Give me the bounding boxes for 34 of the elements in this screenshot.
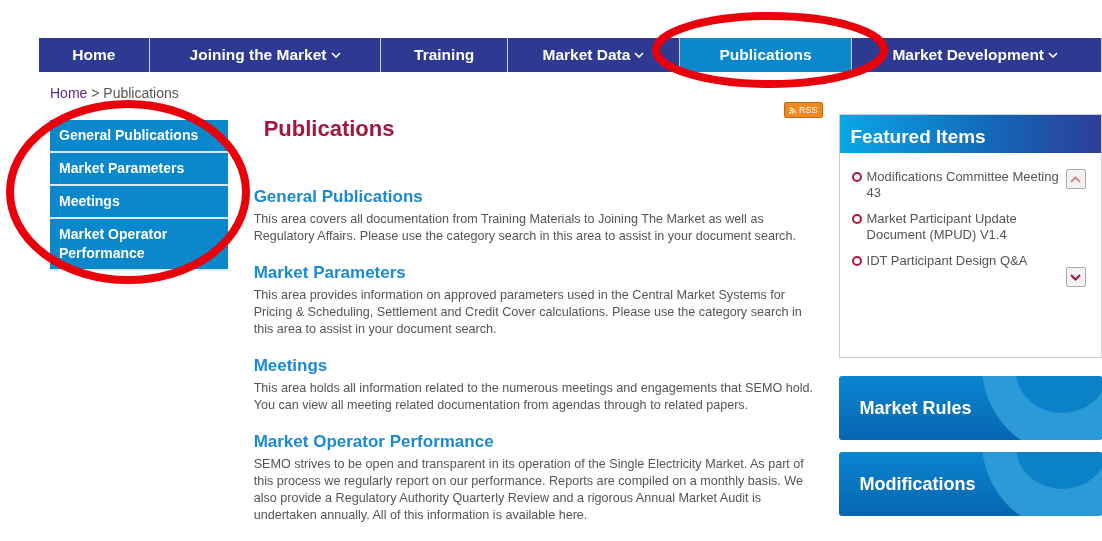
chevron-up-icon bbox=[1070, 175, 1081, 183]
section-heading[interactable]: Market Parameters bbox=[253, 263, 406, 284]
section-heading[interactable]: Meetings bbox=[253, 356, 328, 377]
section-text: This area covers all documentation from Training Materials to Joining The Market as well as Regulatory Affairs. Please use the category search in this area to assist in your document search. bbox=[253, 211, 797, 246]
section-text: SEMO strives to be open and transparent in its operation of the Single Electricity Market. As part of this process we regularly report on our performance. Reports are compiled on a monthly basis. We also provide a Regulatory Authority Quarterly Review and a rigorous Annual Market Audit is undertaken annually. All of this information is available here. bbox=[253, 456, 805, 525]
nav-tab[interactable]: Publications bbox=[679, 38, 853, 72]
page-title: Publications bbox=[263, 116, 395, 143]
feed-icon bbox=[789, 107, 797, 115]
caret-icon bbox=[634, 51, 645, 59]
chevron-down-icon bbox=[1070, 273, 1081, 281]
section-heading[interactable]: Market Operator Performance bbox=[253, 432, 494, 453]
featured-link[interactable]: Modifications Committee Meeting 43 bbox=[866, 169, 1062, 201]
breadcrumb-current: > Publications bbox=[90, 85, 179, 101]
scroll-up-button[interactable] bbox=[1065, 169, 1086, 189]
promo-button[interactable]: Market Rules bbox=[838, 376, 1102, 440]
section-heading[interactable]: General Publications bbox=[253, 187, 423, 208]
rss-button[interactable]: RSS bbox=[784, 102, 823, 118]
sidebar-item[interactable]: Market Parameters bbox=[50, 153, 228, 186]
sidebar-item[interactable]: General Publications bbox=[50, 120, 228, 153]
bullet-icon bbox=[851, 214, 862, 224]
caret-icon bbox=[330, 51, 341, 59]
scroll-down-button[interactable] bbox=[1065, 267, 1086, 287]
featured-title: Featured Items bbox=[839, 115, 1101, 153]
section-text: This area provides information on approved parameters used in the Central Market Systems for Pricing & Scheduling, Settlement and Credit Cover calculations. Please use the category search in this area to assist in your document search. bbox=[253, 287, 803, 339]
sidebar-item[interactable]: Market Operator Performance bbox=[50, 219, 228, 271]
featured-link[interactable]: IDT Participant Design Q&A bbox=[866, 253, 1028, 269]
bullet-icon bbox=[851, 256, 862, 266]
sidebar-item[interactable]: Meetings bbox=[50, 186, 228, 219]
section-text: This area holds all information related to the numerous meetings and engagements that SEMO hold. You can view all meeting related documentation from agendas through to related papers. bbox=[253, 380, 814, 415]
caret-icon bbox=[1048, 51, 1058, 59]
breadcrumb-link[interactable]: Home bbox=[50, 85, 88, 101]
featured-link[interactable]: Market Participant Update Document (MPUD) V1.4 bbox=[866, 211, 1062, 243]
bullet-icon bbox=[851, 172, 862, 182]
promo-button[interactable]: Modifications bbox=[838, 452, 1102, 516]
